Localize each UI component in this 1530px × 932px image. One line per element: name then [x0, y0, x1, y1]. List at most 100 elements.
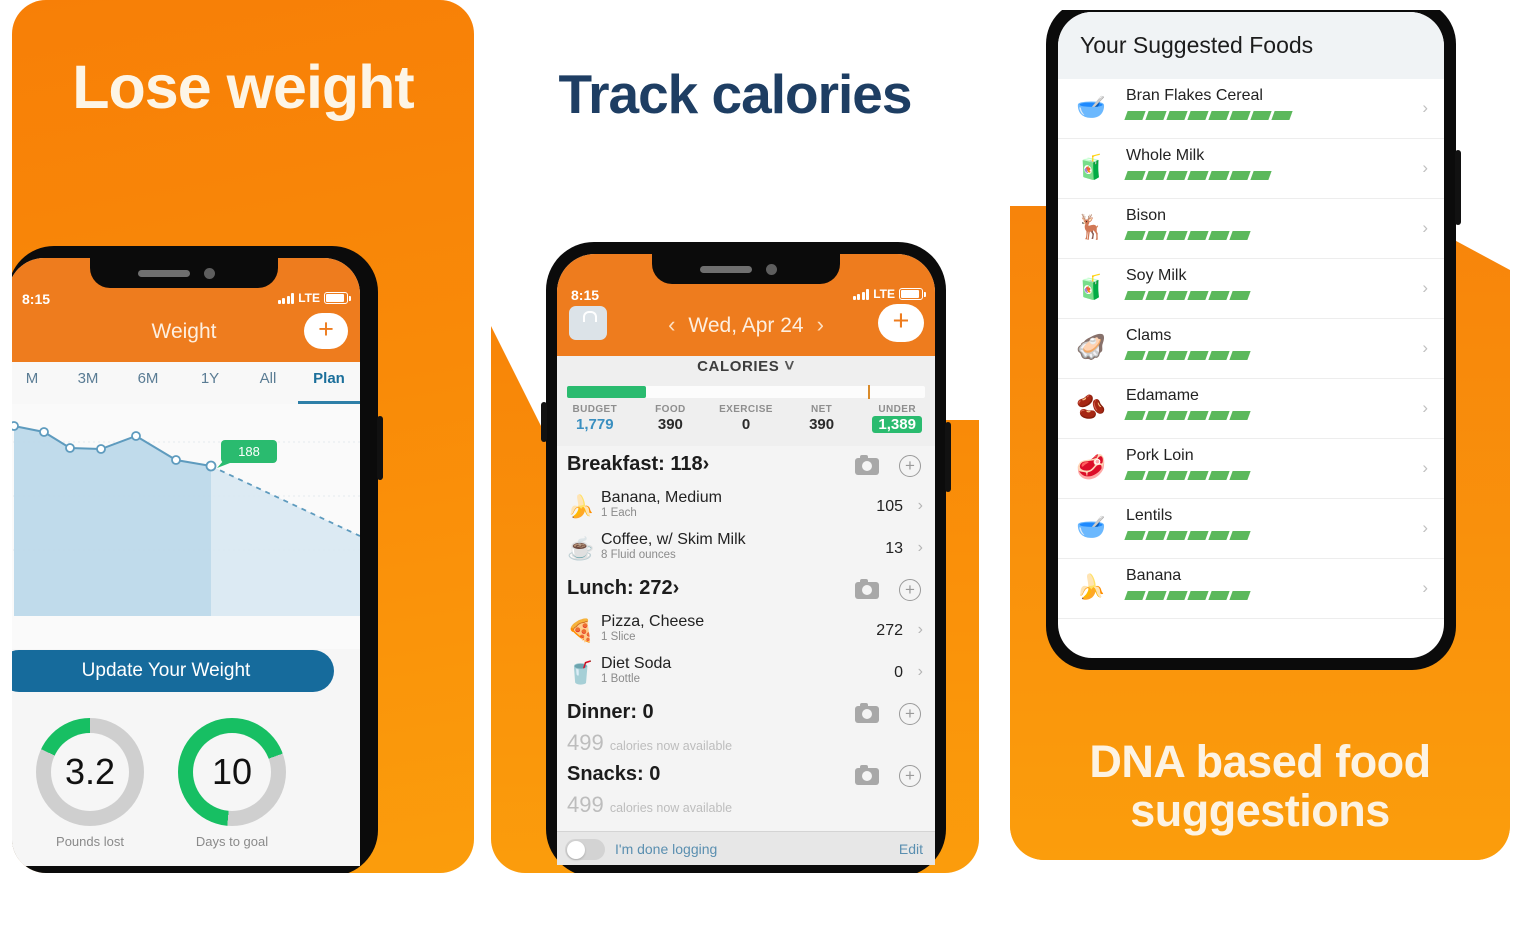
status-indicators: LTE	[277, 291, 351, 305]
calories-label: CALORIES	[697, 358, 780, 375]
add-food-icon[interactable]: +	[899, 455, 921, 477]
score-bar	[1166, 471, 1188, 480]
score-bar	[1187, 351, 1209, 360]
panel3-headline: DNA based food suggestions	[1010, 737, 1510, 835]
score-bar	[1208, 111, 1230, 120]
macro-under: UNDER 1,389	[859, 404, 935, 434]
food-icon: ☕	[567, 536, 595, 561]
suggested-food-row[interactable]: 🥣 Bran Flakes Cereal ›	[1058, 79, 1444, 139]
score-bar	[1124, 291, 1146, 300]
tab-plan[interactable]: Plan	[296, 370, 360, 387]
suggested-food-row[interactable]: 🍌 Banana ›	[1058, 559, 1444, 619]
chevron-right-icon[interactable]: ›	[1422, 98, 1428, 118]
food-item-row[interactable]: 🥤 Diet Soda 1 Bottle 0 ›	[557, 652, 935, 694]
food-calories: 105	[876, 498, 903, 515]
score-bar	[1145, 291, 1167, 300]
suitability-score-bars	[1124, 411, 1251, 420]
suggested-food-row[interactable]: 🫘 Edamame ›	[1058, 379, 1444, 439]
update-weight-button[interactable]: Update Your Weight	[12, 650, 334, 692]
camera-icon[interactable]	[855, 455, 879, 475]
tab-3m[interactable]: 3M	[58, 370, 118, 387]
food-icon: 🥣	[1076, 94, 1106, 121]
chevron-right-icon[interactable]: ›	[918, 497, 923, 515]
macro-value: 1,389	[878, 416, 916, 433]
add-food-icon[interactable]: +	[899, 703, 921, 725]
score-bar	[1166, 351, 1188, 360]
chevron-right-icon[interactable]: ›	[1422, 338, 1428, 358]
meal-header[interactable]: Breakfast: 118› +	[557, 446, 935, 486]
score-bar	[1229, 111, 1251, 120]
score-bar	[1124, 231, 1146, 240]
score-bar	[1145, 111, 1167, 120]
edit-button[interactable]: Edit	[899, 841, 923, 857]
score-bar	[1208, 231, 1230, 240]
macro-exercise: EXERCISE 0	[708, 404, 784, 434]
macro-key: EXERCISE	[719, 404, 773, 415]
meal-header[interactable]: Lunch: 272› +	[557, 570, 935, 610]
weight-chart: 188	[12, 404, 360, 649]
chevron-right-icon[interactable]: ›	[1422, 158, 1428, 178]
food-icon: 🧃	[1076, 154, 1106, 181]
pounds-lost-donut: 3.2	[36, 718, 144, 826]
panel-dna-food-suggestions: Your Suggested Foods 🥣 Bran Flakes Cereal…	[1010, 10, 1510, 860]
suggested-food-row[interactable]: 🥣 Lentils ›	[1058, 499, 1444, 559]
chevron-right-icon[interactable]: ›	[1422, 398, 1428, 418]
score-bar	[1145, 231, 1167, 240]
suitability-score-bars	[1124, 231, 1251, 240]
phone-mockup-calories: 8:15 LTE ‹ Wed, Apr 24 › + CALORIES ˅ BU…	[541, 242, 951, 873]
chevron-down-icon[interactable]: ˅	[784, 356, 795, 375]
meal-chevron-icon: ›	[672, 577, 680, 599]
suggested-food-name: Edamame	[1126, 387, 1199, 404]
chevron-right-icon[interactable]: ›	[918, 663, 923, 681]
chevron-right-icon[interactable]: ›	[918, 621, 923, 639]
meal-header[interactable]: Snacks: 0 +	[557, 756, 935, 796]
network-label: LTE	[873, 287, 895, 301]
camera-icon[interactable]	[855, 703, 879, 723]
chevron-right-icon[interactable]: ›	[1422, 518, 1428, 538]
tab-6m[interactable]: 6M	[118, 370, 178, 387]
score-bar	[1187, 531, 1209, 540]
food-item-row[interactable]: 🍕 Pizza, Cheese 1 Slice 272 ›	[557, 610, 935, 652]
time-range-tabs[interactable]: M 3M 6M 1Y All Plan	[12, 362, 360, 404]
suggested-food-row[interactable]: 🥩 Pork Loin ›	[1058, 439, 1444, 499]
macro-value: 1,779	[576, 416, 614, 433]
next-day-arrow[interactable]: ›	[804, 312, 837, 337]
macro-value: 390	[657, 416, 683, 433]
done-logging-toggle[interactable]	[565, 839, 605, 860]
chevron-right-icon[interactable]: ›	[1422, 278, 1428, 298]
score-bar	[1229, 471, 1251, 480]
suggested-food-row[interactable]: 🧃 Whole Milk ›	[1058, 139, 1444, 199]
suggested-food-row[interactable]: 🦪 Clams ›	[1058, 319, 1444, 379]
add-food-icon[interactable]: +	[899, 765, 921, 787]
meal-header[interactable]: Dinner: 0 +	[557, 694, 935, 734]
tab-1m[interactable]: M	[12, 370, 62, 387]
suggested-food-row[interactable]: 🦌 Bison ›	[1058, 199, 1444, 259]
score-bar	[1187, 591, 1209, 600]
food-icon: 🍌	[1076, 574, 1106, 601]
chevron-right-icon[interactable]: ›	[1422, 218, 1428, 238]
tab-1y[interactable]: 1Y	[180, 370, 240, 387]
suggested-food-name: Clams	[1126, 327, 1172, 344]
suitability-score-bars	[1124, 591, 1251, 600]
suggested-food-row[interactable]: 🧃 Soy Milk ›	[1058, 259, 1444, 319]
score-bar	[1187, 231, 1209, 240]
chevron-right-icon[interactable]: ›	[1422, 458, 1428, 478]
prev-day-arrow[interactable]: ‹	[655, 312, 688, 337]
score-bar	[1166, 231, 1188, 240]
weight-navbar: 8:15 LTE Weight +	[12, 258, 360, 362]
food-item-row[interactable]: ☕ Coffee, w/ Skim Milk 8 Fluid ounces 13 ›	[557, 528, 935, 570]
tab-all[interactable]: All	[238, 370, 298, 387]
panel-lose-weight: Lose weight 8:15 LTE Weight + M 3M 6M 1Y…	[12, 0, 474, 873]
calories-section-header[interactable]: CALORIES ˅	[557, 356, 935, 384]
add-food-button[interactable]: +	[878, 304, 924, 342]
add-weight-button[interactable]: +	[304, 313, 348, 349]
status-bar: 8:15 LTE	[12, 291, 360, 311]
suggested-food-name: Bran Flakes Cereal	[1126, 87, 1263, 104]
camera-icon[interactable]	[855, 579, 879, 599]
signal-icon	[277, 292, 295, 304]
chevron-right-icon[interactable]: ›	[918, 539, 923, 557]
chevron-right-icon[interactable]: ›	[1422, 578, 1428, 598]
add-food-icon[interactable]: +	[899, 579, 921, 601]
food-item-row[interactable]: 🍌 Banana, Medium 1 Each 105 ›	[557, 486, 935, 528]
camera-icon[interactable]	[855, 765, 879, 785]
